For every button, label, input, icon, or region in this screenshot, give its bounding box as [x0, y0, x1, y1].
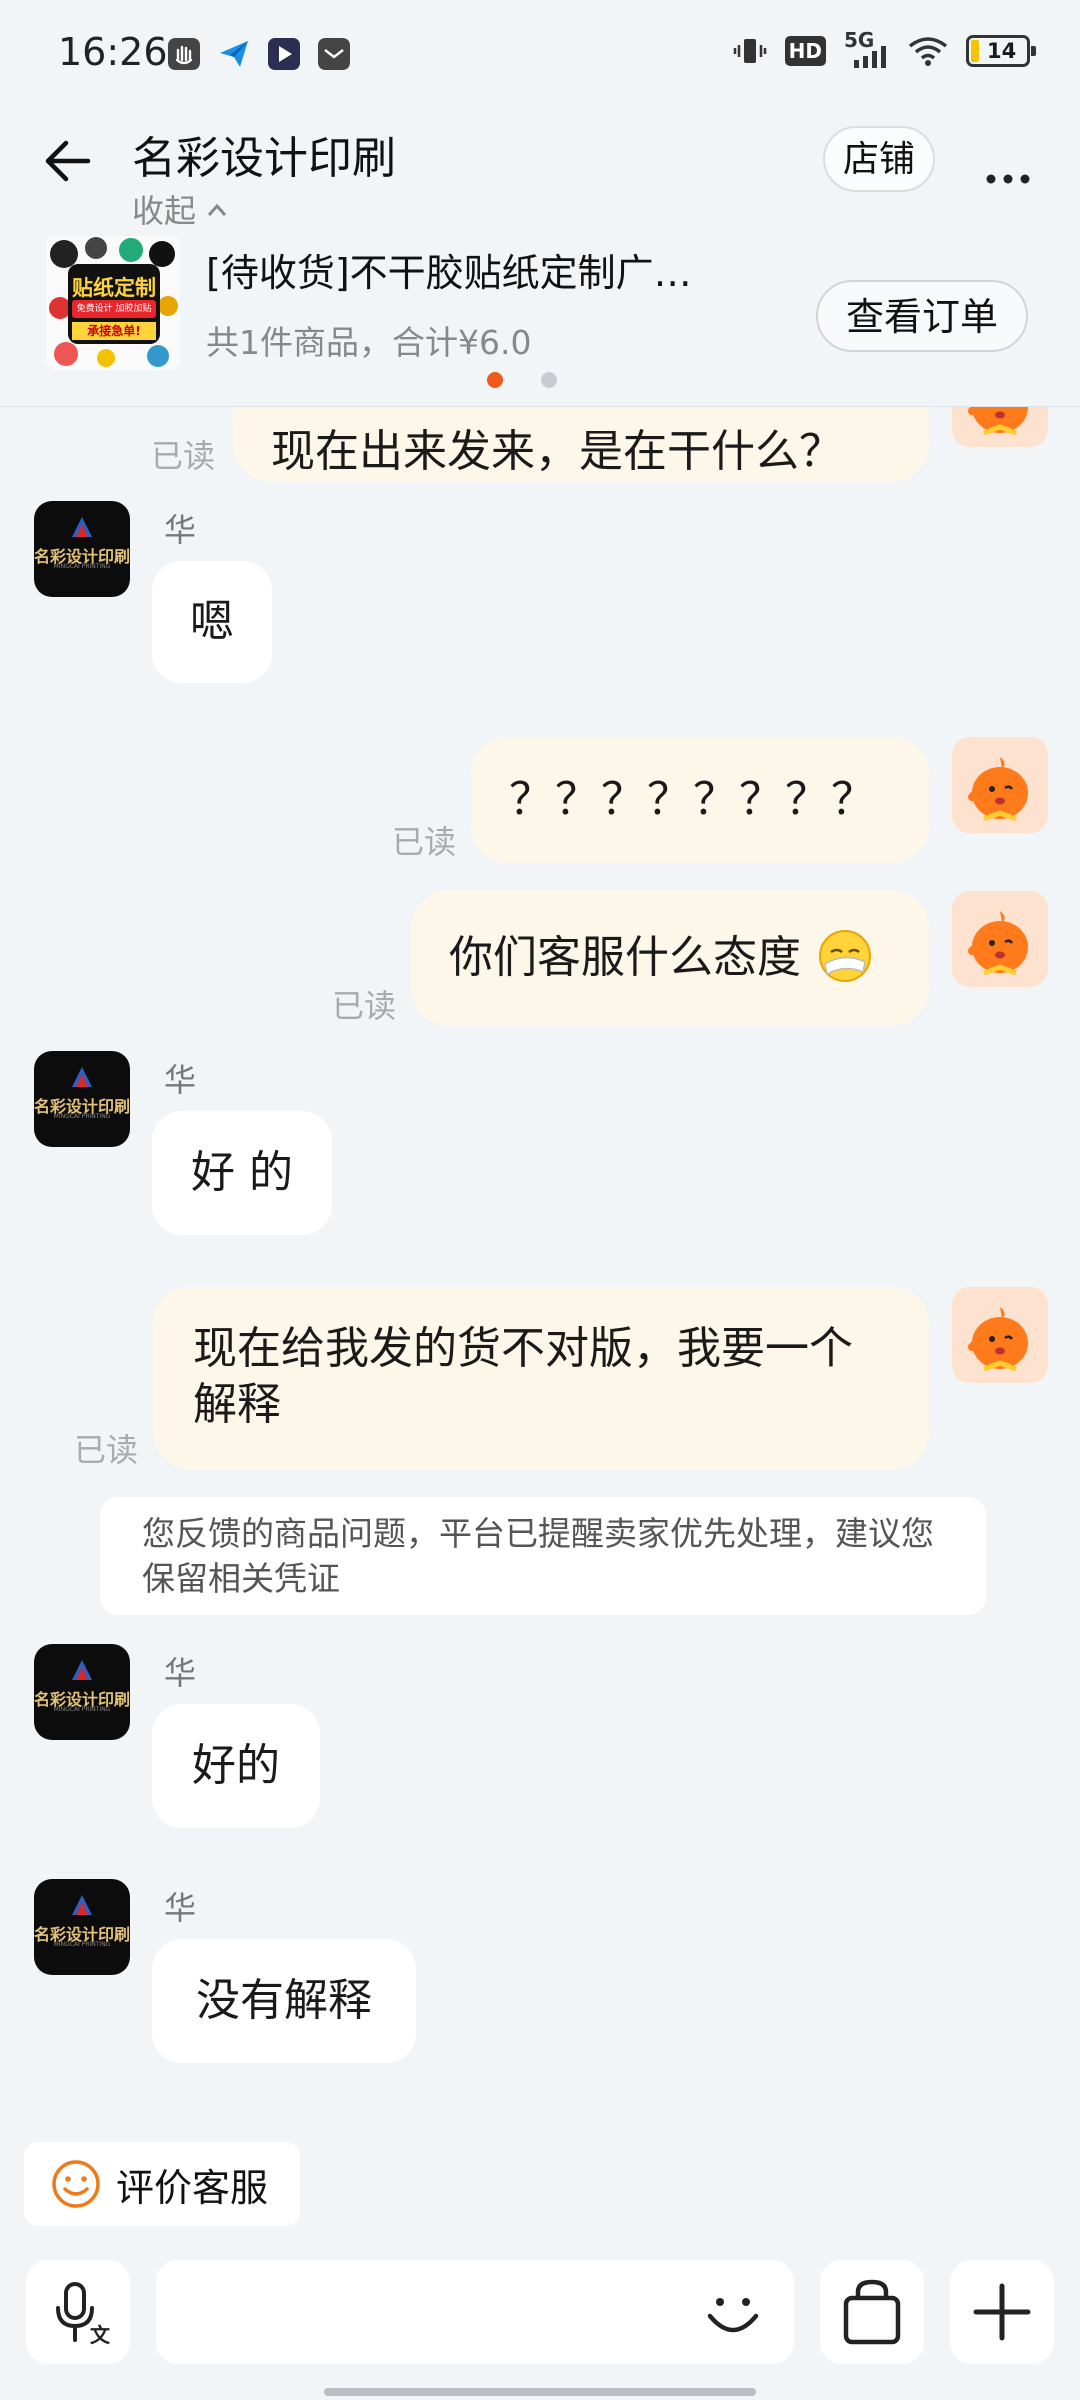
order-title[interactable]: [待收货]不干胶贴纸定制广…: [206, 242, 716, 297]
carousel-dot: [541, 372, 557, 388]
notification-icons: [168, 38, 350, 70]
hd-badge: HD: [784, 36, 826, 66]
status-bar: 16:26 HD 5G 14: [0, 0, 1080, 110]
message-bubble-mine[interactable]: 现在出来发来，是在干什么？: [233, 407, 929, 481]
sender-name: 华: [164, 1654, 197, 1692]
message-bubble-mine[interactable]: 现在给我发的货不对版，我要一个解释: [153, 1287, 929, 1469]
view-order-button[interactable]: 查看订单: [816, 280, 1028, 352]
status-time: 16:26: [58, 30, 168, 74]
message-bubble-seller[interactable]: 嗯: [152, 561, 272, 683]
message-bubble-seller[interactable]: 好 的: [152, 1111, 332, 1235]
battery-icon: 14: [966, 35, 1036, 67]
message-bubble-mine[interactable]: 你们客服什么态度: [411, 891, 929, 1025]
collapse-toggle[interactable]: 收起: [132, 186, 228, 232]
read-receipt: 已读: [332, 987, 397, 1025]
voice-to-text-icon[interactable]: 文: [26, 2260, 130, 2364]
message-bubble-mine[interactable]: ？？？？？？？？: [471, 737, 929, 863]
sender-name: 华: [164, 1061, 197, 1099]
message-bubble-seller[interactable]: 好的: [152, 1704, 320, 1828]
order-summary: 共1件商品，合计¥6.0: [206, 323, 532, 362]
message-text: 你们客服什么态度: [449, 932, 801, 983]
order-product-thumbnail[interactable]: 贴纸定制 免费设计 加胶加贴 承接急单!: [46, 236, 180, 370]
rate-service-button[interactable]: 评价客服: [24, 2142, 300, 2226]
chat-messages[interactable]: 现在出来发来，是在干什么？ 已读 名彩设计印刷 MINGCAI PRINTING…: [0, 407, 1080, 2105]
svg-text:文: 文: [90, 2323, 111, 2347]
read-receipt: 已读: [151, 437, 216, 475]
message-text: 好的: [192, 1740, 280, 1791]
message-text: 好 的: [191, 1147, 293, 1198]
sender-name: 华: [164, 511, 197, 549]
read-receipt: 已读: [392, 823, 457, 861]
plus-icon[interactable]: [950, 2260, 1054, 2364]
message-text: 现在给我发的货不对版，我要一个解释: [193, 1323, 853, 1430]
hand-app-icon: [168, 38, 200, 70]
carousel-dot-active: [487, 372, 503, 388]
shop-avatar[interactable]: 名彩设计印刷 MINGCAI PRINTING: [34, 1051, 130, 1147]
message-text: ？？？？？？？？: [509, 774, 877, 825]
shop-avatar[interactable]: 名彩设计印刷 MINGCAI PRINTING: [34, 1879, 130, 1975]
system-notice: 您反馈的商品问题，平台已提醒卖家优先处理，建议您保留相关凭证: [100, 1497, 986, 1615]
read-receipt: 已读: [74, 1431, 139, 1469]
collapse-label: 收起: [132, 192, 197, 230]
message-text: 没有解释: [196, 1975, 372, 2026]
chevron-up-icon: [208, 203, 227, 216]
smiley-icon: [52, 2160, 100, 2208]
signal-icon: 5G: [844, 28, 890, 68]
chat-header: 名彩设计印刷 收起 店铺 贴纸定制 免费设计 加胶加贴 承接急单! [待收货]不…: [0, 110, 1080, 407]
back-arrow-icon[interactable]: [40, 133, 96, 189]
my-avatar[interactable]: [952, 1287, 1048, 1383]
message-text: 现在出来发来，是在干什么？: [271, 426, 843, 477]
home-indicator[interactable]: [324, 2388, 756, 2396]
shopping-bag-icon[interactable]: [820, 2260, 924, 2364]
input-bar: 文: [0, 2240, 1080, 2400]
message-input[interactable]: [156, 2260, 794, 2364]
shop-avatar[interactable]: 名彩设计印刷 MINGCAI PRINTING: [34, 501, 130, 597]
my-avatar[interactable]: [952, 737, 1048, 833]
wifi-icon: [908, 37, 948, 66]
store-button[interactable]: 店铺: [823, 126, 935, 192]
rate-service-label: 评价客服: [116, 2165, 269, 2210]
mail-app-icon: [318, 38, 350, 70]
more-dots-icon[interactable]: [985, 145, 1031, 196]
send-app-icon: [220, 41, 248, 67]
shop-avatar[interactable]: 名彩设计印刷 MINGCAI PRINTING: [34, 1644, 130, 1740]
message-bubble-seller[interactable]: 没有解释: [152, 1939, 416, 2063]
sneeze-emoji-icon: [819, 930, 871, 982]
vibrate-icon: [733, 39, 766, 63]
shop-name-title: 名彩设计印刷: [132, 133, 396, 184]
my-avatar[interactable]: [952, 407, 1048, 447]
my-avatar[interactable]: [952, 891, 1048, 987]
sender-name: 华: [164, 1889, 197, 1927]
system-status: HD 5G 14: [733, 28, 1036, 68]
emoji-icon[interactable]: [702, 2282, 764, 2344]
message-text: 嗯: [190, 596, 234, 647]
player-app-icon: [268, 38, 300, 70]
